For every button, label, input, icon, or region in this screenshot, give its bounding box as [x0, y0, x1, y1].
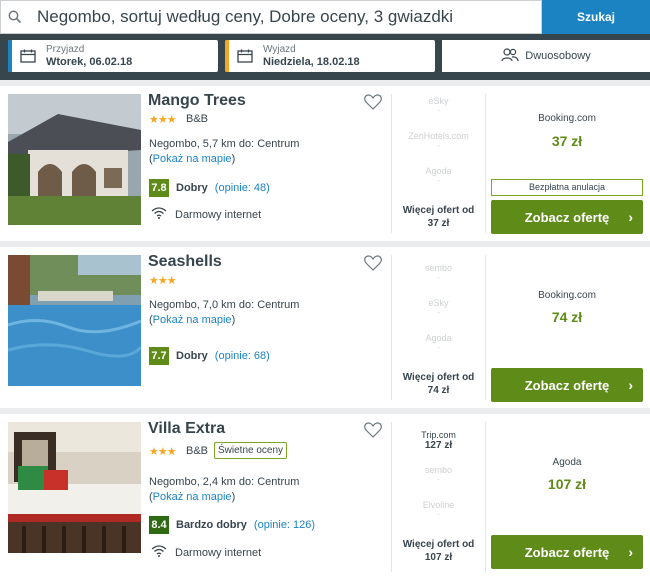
checkin-label: Przyjazd: [46, 44, 85, 55]
checkin-strip: [8, 40, 12, 72]
search-header: Negombo, sortuj według ceny, Dobre oceny…: [0, 0, 650, 80]
checkout-field[interactable]: Wyjazd Niedziela, 18.02.18: [225, 40, 435, 72]
show-on-map-link[interactable]: Pokaż na mapie: [153, 314, 232, 326]
hotel-photo[interactable]: [8, 422, 141, 553]
best-offer-price[interactable]: 74 zł: [490, 309, 644, 325]
provider-offer[interactable]: Agoda -: [392, 166, 485, 185]
favorite-heart-icon[interactable]: [364, 94, 382, 113]
view-deal-button[interactable]: Zobacz ofertę ›: [491, 368, 643, 402]
room-label: Dwuosobowy: [525, 50, 591, 62]
more-offers-link[interactable]: Więcej ofert od 107 zł: [392, 538, 485, 564]
best-offer-price[interactable]: 107 zł: [490, 476, 644, 492]
best-offer-price[interactable]: 37 zł: [490, 133, 644, 149]
score-label: Dobry: [176, 182, 208, 194]
star-rating-icon: ★★★: [149, 275, 177, 287]
view-deal-button[interactable]: Zobacz ofertę ›: [491, 535, 643, 569]
score-badge: 8.4: [149, 516, 169, 534]
rating-block[interactable]: 7.8 Dobry (opinie: 48): [149, 179, 270, 197]
amenity-label: Darmowy internet: [175, 208, 262, 221]
column-divider: [485, 422, 486, 572]
great-reviews-badge: Świetne oceny: [214, 442, 288, 459]
amenity-item: Darmowy internet: [151, 207, 261, 222]
hotel-location: Negombo, 2,4 km do: Centrum (Pokaż na ma…: [149, 476, 300, 503]
checkin-value: Wtorek, 06.02.18: [46, 56, 133, 68]
free-cancellation-badge: Bezpłatna anulacja: [491, 179, 643, 196]
hotel-card[interactable]: Mango Trees ★★★ B&B Negombo, 5,7 km do: …: [0, 86, 650, 241]
wifi-icon: [151, 545, 167, 560]
chevron-right-icon: ›: [628, 209, 633, 225]
provider-offer[interactable]: Agoda -: [392, 333, 485, 352]
search-button[interactable]: Szukaj: [542, 0, 650, 34]
provider-offer[interactable]: eSky -: [392, 96, 485, 115]
score-badge: 7.8: [149, 179, 169, 197]
provider-offer[interactable]: Trip.com 127 zł: [392, 430, 485, 451]
review-count-link[interactable]: (opinie: 68): [215, 350, 270, 362]
provider-offer[interactable]: sembo -: [392, 263, 485, 282]
distance-text: Negombo, 5,7 km do: Centrum: [149, 138, 300, 150]
wifi-icon: [151, 207, 167, 222]
calendar-icon: [237, 49, 253, 66]
hotel-photo[interactable]: [8, 255, 141, 386]
accommodation-type: B&B: [186, 445, 209, 457]
provider-offer[interactable]: Elvoline -: [392, 500, 485, 519]
best-offer-site: Agoda: [552, 457, 582, 468]
rating-block[interactable]: 7.7 Dobry (opinie: 68): [149, 347, 270, 365]
view-deal-button[interactable]: Zobacz ofertę ›: [491, 200, 643, 234]
checkout-strip: [225, 40, 229, 72]
users-icon: [501, 47, 519, 65]
star-rating-icon: ★★★: [149, 446, 177, 458]
show-on-map-link[interactable]: Pokaż na mapie: [153, 491, 232, 503]
amenity-label: Darmowy internet: [175, 546, 262, 559]
distance-text: Negombo, 7,0 km do: Centrum: [149, 299, 300, 311]
score-label: Dobry: [176, 350, 208, 362]
score-badge: 7.7: [149, 347, 169, 365]
hotel-card[interactable]: Seashells ★★★ Negombo, 7,0 km do: Centru…: [0, 247, 650, 408]
chevron-right-icon: ›: [628, 544, 633, 560]
calendar-icon: [20, 49, 36, 66]
accommodation-type: B&B: [186, 113, 209, 125]
hotel-card[interactable]: Villa Extra ★★★ B&B Świetne oceny Negomb…: [0, 414, 650, 578]
score-label: Bardzo dobry: [176, 519, 247, 531]
column-divider: [485, 255, 486, 400]
provider-offer[interactable]: eSky -: [392, 298, 485, 317]
show-on-map-link[interactable]: Pokaż na mapie: [153, 153, 232, 165]
room-selector[interactable]: Dwuosobowy: [442, 40, 650, 72]
hotel-name[interactable]: Seashells: [148, 253, 222, 271]
more-offers-link[interactable]: Więcej ofert od 37 zł: [392, 204, 485, 230]
favorite-heart-icon[interactable]: [364, 422, 382, 441]
provider-offer[interactable]: ZenHotels.com -: [392, 131, 485, 150]
rating-block[interactable]: 8.4 Bardzo dobry (opinie: 126): [149, 516, 315, 534]
review-count-link[interactable]: (opinie: 126): [254, 519, 315, 531]
hotel-location: Negombo, 5,7 km do: Centrum (Pokaż na ma…: [149, 138, 300, 165]
hotel-name[interactable]: Mango Trees: [148, 92, 246, 110]
chevron-right-icon: ›: [628, 377, 633, 393]
search-icon: [1, 10, 29, 24]
hotel-photo[interactable]: [8, 94, 141, 225]
favorite-heart-icon[interactable]: [364, 255, 382, 274]
more-offers-link[interactable]: Więcej ofert od 74 zł: [392, 371, 485, 397]
hotel-location: Negombo, 7,0 km do: Centrum (Pokaż na ma…: [149, 299, 300, 326]
best-offer-site: Booking.com: [538, 290, 596, 301]
checkout-value: Niedziela, 18.02.18: [263, 56, 360, 68]
checkout-label: Wyjazd: [263, 44, 296, 55]
hotel-name[interactable]: Villa Extra: [148, 420, 225, 438]
provider-offer[interactable]: sembo -: [392, 465, 485, 484]
review-count-link[interactable]: (opinie: 48): [215, 182, 270, 194]
amenity-item: Darmowy internet: [151, 545, 261, 560]
checkin-field[interactable]: Przyjazd Wtorek, 06.02.18: [8, 40, 218, 72]
search-input[interactable]: Negombo, sortuj według ceny, Dobre oceny…: [0, 0, 542, 34]
best-offer-site: Booking.com: [538, 113, 596, 124]
column-divider: [485, 94, 486, 233]
search-query: Negombo, sortuj według ceny, Dobre oceny…: [37, 7, 454, 26]
distance-text: Negombo, 2,4 km do: Centrum: [149, 476, 300, 488]
star-rating-icon: ★★★: [149, 114, 177, 126]
